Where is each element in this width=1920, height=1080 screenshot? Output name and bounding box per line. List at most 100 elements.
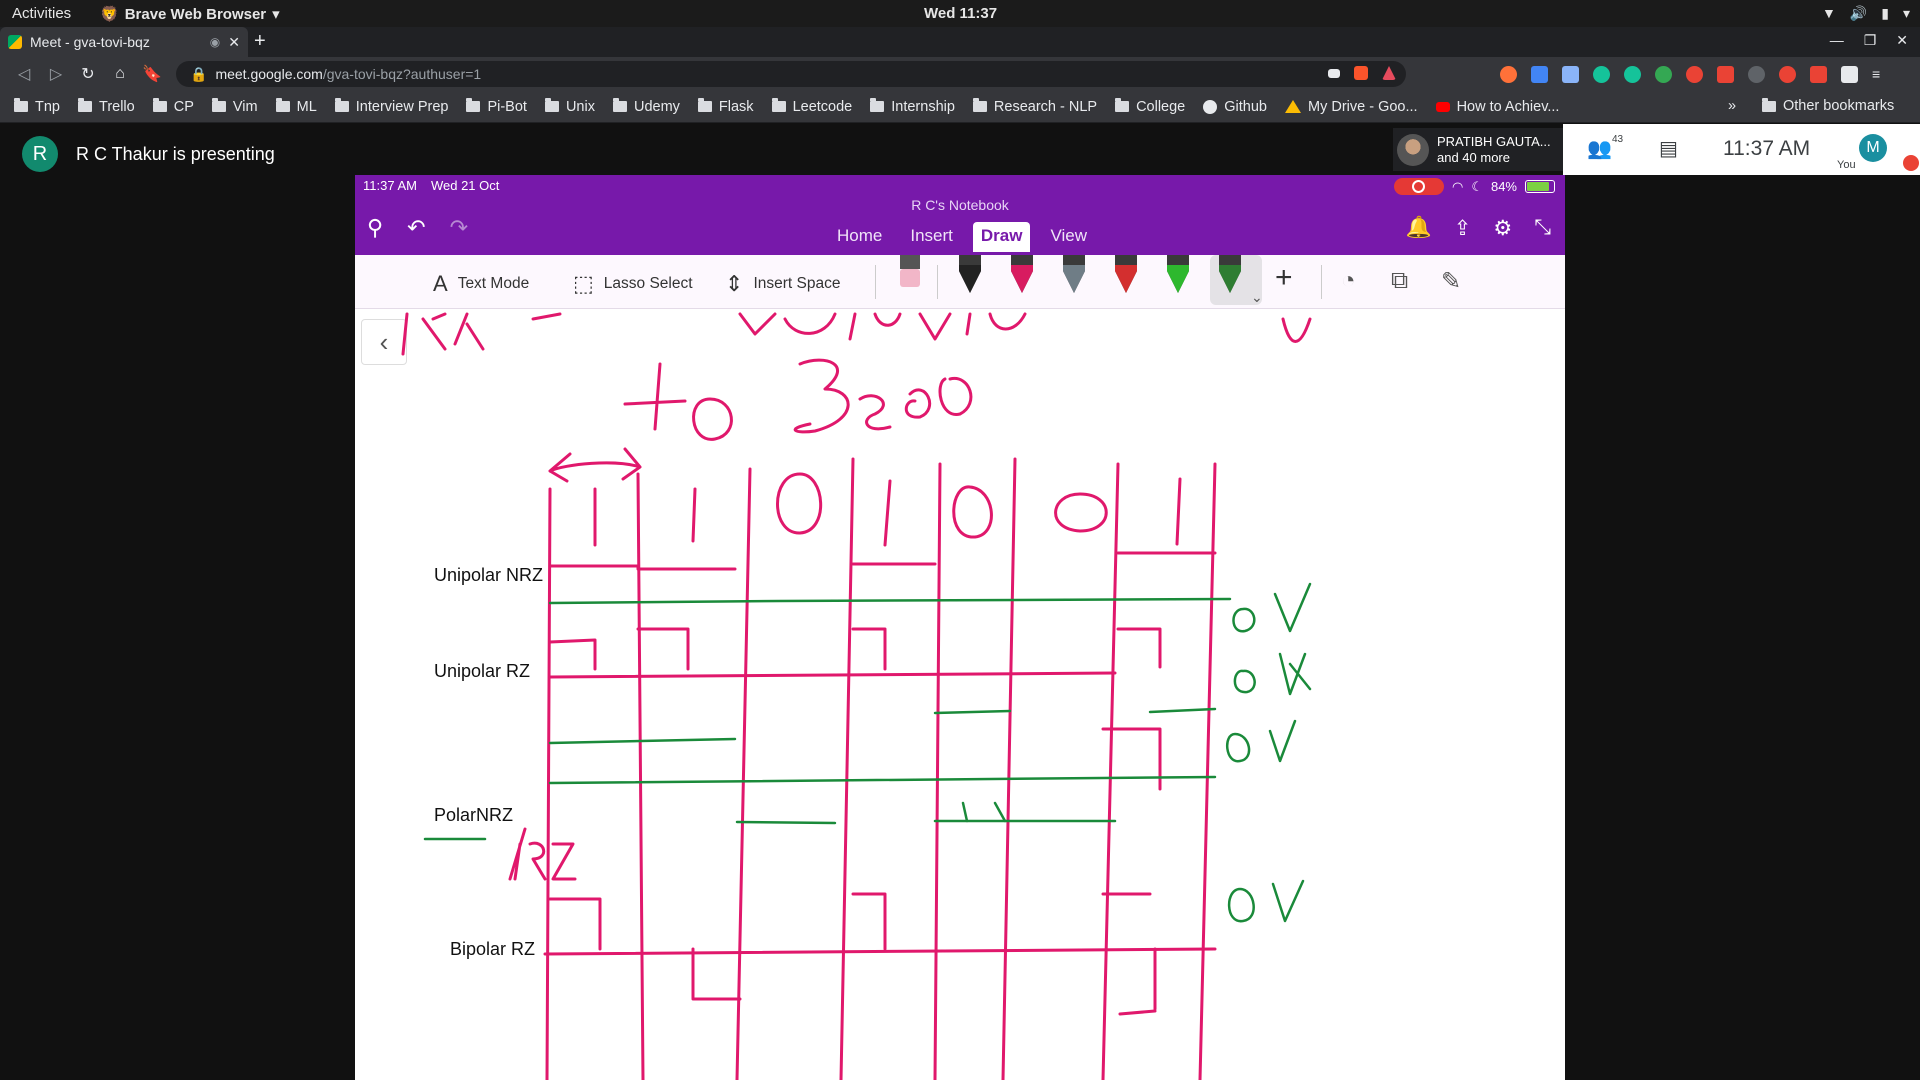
bookmark-unix[interactable]: Unix [544, 98, 595, 115]
translate-extension-icon[interactable] [1531, 66, 1548, 83]
ipad-status-date: Wed 21 Oct [430, 178, 500, 193]
add-pen-icon[interactable]: + [1275, 261, 1293, 295]
activities-button[interactable]: Activities [12, 5, 71, 22]
meet-clock: 11:37 AM [1723, 137, 1811, 160]
other-bookmarks[interactable]: Other bookmarks [1762, 97, 1894, 114]
new-tab-button[interactable]: + [254, 30, 266, 53]
ink-replay-icon[interactable]: ✎ [1441, 267, 1461, 296]
app-menu[interactable]: 🦁 Brave Web Browser ▾ [100, 5, 280, 24]
close-window-icon[interactable]: ✕ [1896, 32, 1908, 49]
grammarly-icon[interactable] [1593, 66, 1610, 83]
puzzle-icon[interactable] [1841, 66, 1858, 83]
toolbar-divider [1321, 265, 1322, 299]
back-icon[interactable]: ◁ [8, 64, 40, 84]
bookmark-tnp[interactable]: Tnp [14, 98, 60, 115]
chevron-down-icon[interactable]: ⌄ [1251, 289, 1263, 306]
ink-to-text-icon[interactable]: ⧉ [1391, 267, 1408, 295]
ink-to-shape-icon[interactable]: ◔ [1341, 267, 1356, 295]
screen-recording-icon [1393, 178, 1444, 195]
system-clock[interactable]: Wed 11:37 [924, 5, 997, 22]
draw-toolbar: A Text Mode ⬚ Lasso Select ⇕ Insert Spac… [355, 255, 1565, 309]
bell-icon[interactable]: 🔔 [1406, 216, 1432, 241]
eraser-tool[interactable] [895, 255, 925, 295]
tab-view[interactable]: View [1042, 222, 1095, 252]
navigation-bar: ◁ ▷ ↻ ⌂ 🔖 🔒 meet.google.com/gva-tovi-bqz… [0, 57, 1920, 91]
bookmark-leetcode[interactable]: Leetcode [771, 98, 852, 115]
address-bar-icons [1328, 66, 1396, 80]
text-mode-button[interactable]: A Text Mode [433, 271, 529, 297]
address-bar[interactable]: 🔒 meet.google.com/gva-tovi-bqz?authuser=… [176, 61, 1406, 87]
folder-icon [870, 98, 885, 112]
home-icon[interactable]: ⌂ [104, 65, 136, 83]
redo-icon[interactable]: ↷ [450, 215, 468, 241]
tab-insert[interactable]: Insert [902, 222, 961, 252]
bookmark-how-to-achieve[interactable]: How to Achiev... [1435, 99, 1559, 115]
undo-icon[interactable]: ↶ [407, 215, 425, 241]
search-icon[interactable]: ⚲ [367, 215, 383, 241]
chat-icon[interactable]: ▤ [1659, 136, 1678, 161]
menu-icon[interactable]: ≡ [1872, 66, 1889, 83]
camera-icon[interactable] [1328, 69, 1340, 78]
pen-red-tool[interactable] [1111, 255, 1141, 295]
collapse-icon[interactable]: ⤡ [1534, 216, 1551, 241]
pen-pink-tool[interactable] [1007, 255, 1037, 295]
bookmark-internship[interactable]: Internship [870, 98, 955, 115]
share-icon[interactable]: ⇪ [1454, 216, 1472, 241]
alarm-extension-icon[interactable] [1686, 66, 1703, 83]
brave-rewards-icon[interactable] [1382, 66, 1396, 80]
pen-gray-tool[interactable] [1059, 255, 1089, 295]
bookmark-ml[interactable]: ML [275, 98, 317, 115]
gear-icon[interactable]: ⚙ [1493, 216, 1512, 241]
os-top-bar: Activities 🦁 Brave Web Browser ▾ Wed 11:… [0, 0, 1920, 27]
close-tab-icon[interactable]: ✕ [228, 34, 240, 51]
url-host: meet.google.com [215, 66, 323, 82]
meet-favicon-icon [8, 35, 22, 49]
bookmark-trello[interactable]: Trello [78, 98, 135, 115]
system-tray[interactable]: ▼ 🔊 ▮ ▾ [1822, 5, 1910, 22]
pen-green-tool[interactable] [1163, 255, 1193, 295]
power-menu-icon: ▾ [1902, 5, 1910, 21]
minimize-icon[interactable]: — [1830, 32, 1844, 49]
bookmark-interview-prep[interactable]: Interview Prep [334, 98, 448, 115]
participant-tile[interactable]: PRATIBH GAUTA... and 40 more [1393, 128, 1563, 171]
bookmark-research-nlp[interactable]: Research - NLP [972, 98, 1097, 115]
note-canvas[interactable]: ‹ Unipolar NRZ Unipolar RZ PolarNRZ Bipo… [355, 309, 1565, 1080]
pen-black-tool[interactable] [955, 255, 985, 295]
grammarly-2-icon[interactable] [1624, 66, 1641, 83]
extension-9-icon[interactable] [1748, 66, 1765, 83]
presenter-banner: R R C Thakur is presenting [22, 136, 275, 172]
tab-home[interactable]: Home [829, 222, 890, 252]
bookmark-cp[interactable]: CP [152, 98, 194, 115]
shield-extension-icon[interactable] [1717, 66, 1734, 83]
bookmark-udemy[interactable]: Udemy [612, 98, 680, 115]
bookmark-pi-bot[interactable]: Pi-Bot [466, 98, 527, 115]
extension-1-icon[interactable] [1500, 66, 1517, 83]
lasso-label: Lasso Select [603, 275, 693, 292]
bookmark-college[interactable]: College [1115, 98, 1185, 115]
lasso-select-button[interactable]: ⬚ Lasso Select [573, 271, 693, 297]
restore-icon[interactable]: ❐ [1864, 32, 1877, 49]
bookmark-my-drive[interactable]: My Drive - Goo... [1284, 99, 1418, 115]
brave-shields-icon[interactable] [1354, 66, 1368, 80]
bookmark-github[interactable]: Github [1203, 99, 1267, 115]
tab-draw[interactable]: Draw [972, 222, 1031, 252]
extension-3-icon[interactable] [1562, 66, 1579, 83]
self-avatar[interactable]: M [1859, 134, 1887, 162]
bookmark-flask[interactable]: Flask [697, 98, 754, 115]
people-icon[interactable]: 👥 [1587, 136, 1612, 161]
bookmark-vim[interactable]: Vim [211, 98, 258, 115]
calendar-extension-icon[interactable] [1810, 66, 1827, 83]
reload-icon[interactable]: ↻ [72, 64, 104, 84]
pen-dark-green-tool[interactable] [1215, 255, 1245, 295]
lock-icon: 🔒 [190, 65, 208, 82]
folder-icon [78, 98, 92, 112]
bookmark-icon[interactable]: 🔖 [136, 64, 168, 84]
more-bookmarks-icon[interactable]: » [1728, 98, 1736, 114]
bookmarks-bar: Tnp Trello CP Vim ML Interview Prep Pi-B… [0, 91, 1920, 123]
extension-10-icon[interactable] [1779, 66, 1796, 83]
brave-lion-icon: 🦁 [100, 6, 119, 23]
forward-icon[interactable]: ▷ [40, 64, 72, 84]
add-extension-icon[interactable] [1655, 66, 1672, 83]
insert-space-button[interactable]: ⇕ Insert Space [725, 271, 840, 297]
tab-meet[interactable]: Meet - gva-tovi-bqz ◉ ✕ [0, 27, 248, 57]
